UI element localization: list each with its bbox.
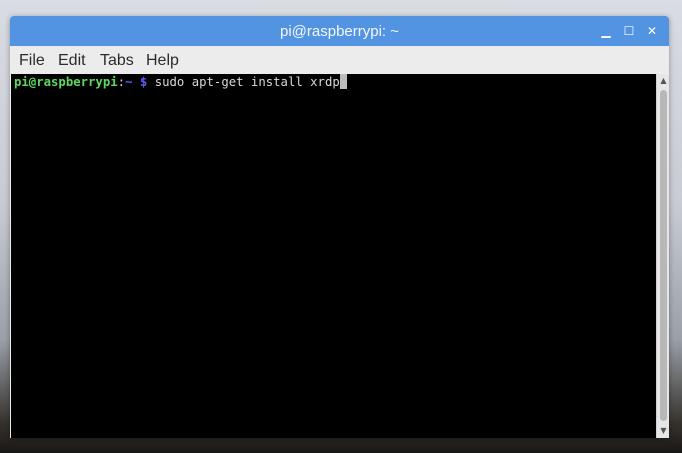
window-title: pi@raspberrypi: ~ xyxy=(279,23,400,40)
text-cursor xyxy=(339,74,347,89)
terminal-window: pi@raspberrypi: ~ ▁ ☐ ✕ File Edit Tabs H… xyxy=(10,16,669,438)
minimize-button[interactable]: ▁ xyxy=(596,21,616,41)
prompt-user-host: pi@raspberrypi xyxy=(14,75,118,89)
close-icon: ✕ xyxy=(646,24,658,38)
minimize-icon: ▁ xyxy=(601,24,611,38)
prompt-separator: : xyxy=(117,75,126,89)
scroll-up-arrow-icon[interactable]: ▲ xyxy=(657,74,669,87)
maximize-button[interactable]: ☐ xyxy=(619,21,639,41)
menu-file[interactable]: File xyxy=(19,46,45,74)
terminal-command-line: pi@raspberrypi:~ $ sudo apt-get install … xyxy=(14,74,347,91)
terminal-area[interactable]: pi@raspberrypi:~ $ sudo apt-get install … xyxy=(11,74,656,438)
title-bar[interactable]: pi@raspberrypi: ~ ▁ ☐ ✕ xyxy=(10,16,669,46)
command-text: sudo apt-get install xrdp xyxy=(154,75,340,89)
menu-edit[interactable]: Edit xyxy=(58,46,86,74)
close-button[interactable]: ✕ xyxy=(642,21,662,41)
menu-tabs[interactable]: Tabs xyxy=(100,46,134,74)
vertical-scrollbar[interactable]: ▲ ▼ xyxy=(656,74,669,438)
maximize-icon: ☐ xyxy=(623,24,635,38)
menu-bar: File Edit Tabs Help xyxy=(10,46,669,74)
scroll-thumb[interactable] xyxy=(660,90,667,421)
scroll-down-arrow-icon[interactable]: ▼ xyxy=(657,424,669,437)
prompt-symbol: $ xyxy=(132,75,155,89)
menu-help[interactable]: Help xyxy=(146,46,179,74)
